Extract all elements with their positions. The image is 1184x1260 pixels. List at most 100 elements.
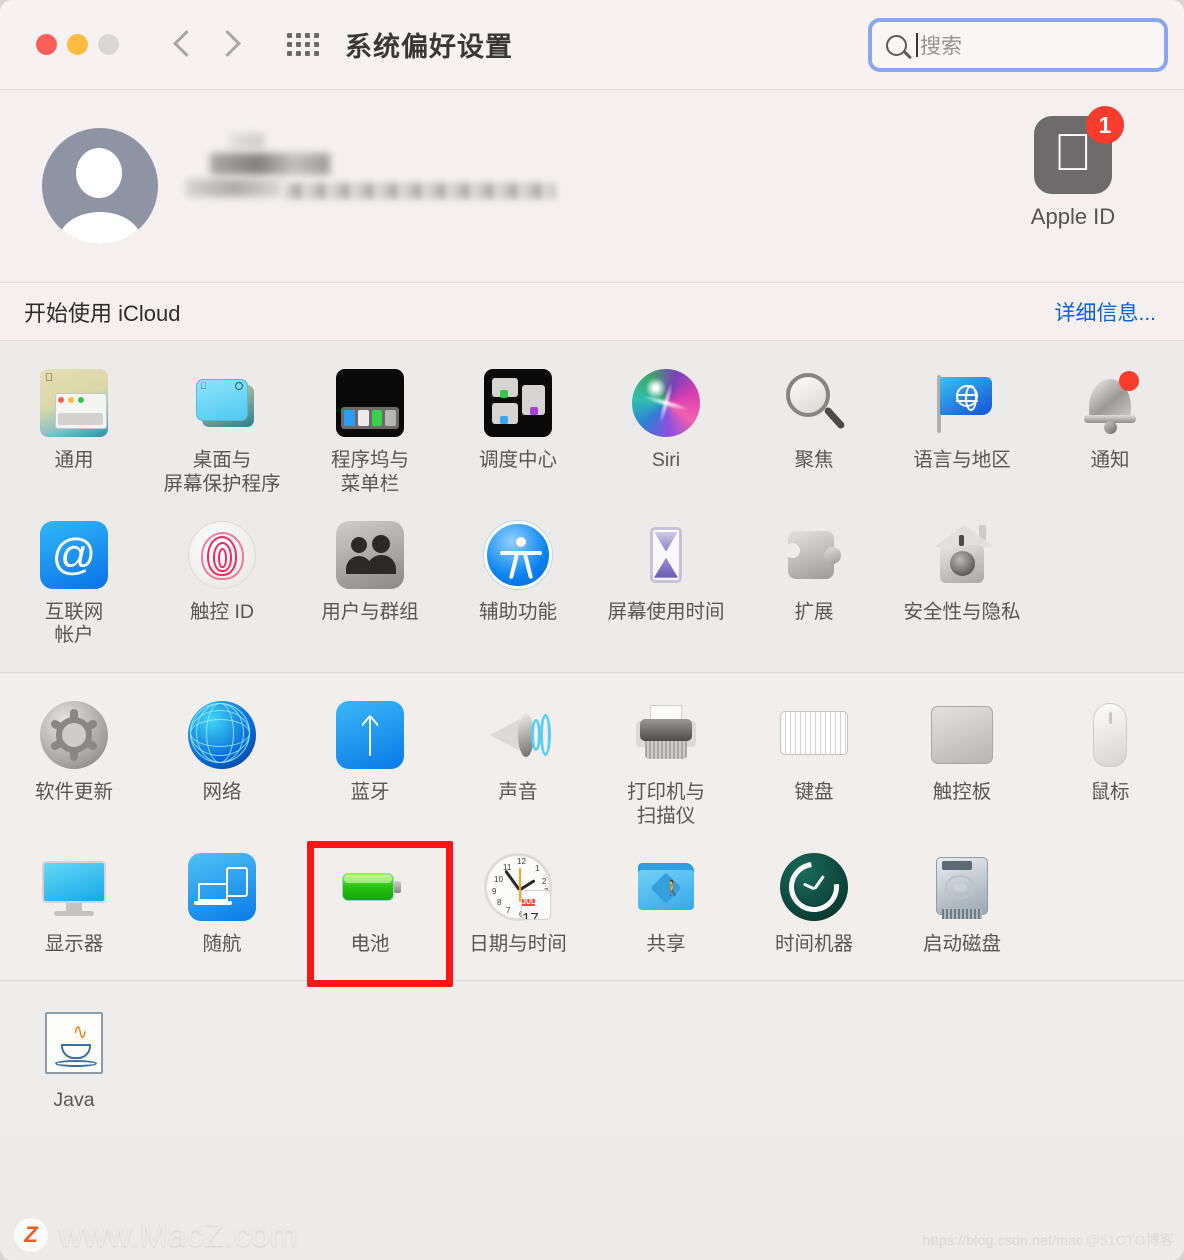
trackpad-icon xyxy=(928,701,996,769)
pref-item-sidecar[interactable]: 随航 xyxy=(148,845,296,967)
pref-label: 键盘 xyxy=(794,781,834,804)
watermark-url: https://blog.csdn.net/mac xyxy=(922,1232,1084,1248)
sidecar-icon xyxy=(188,852,256,921)
account-name-redacted xyxy=(178,131,558,241)
pref-item-java[interactable]: ∿ Java xyxy=(0,1001,148,1123)
network-icon xyxy=(188,701,256,770)
pref-item-startup-disk[interactable]: 启动磁盘 xyxy=(888,845,1036,967)
pref-label: 电池 xyxy=(350,932,390,955)
pref-item-users-groups[interactable]: 用户与群组 xyxy=(296,513,444,659)
pref-label: 语言与地区 xyxy=(913,449,1011,471)
zoom-button[interactable] xyxy=(98,34,119,55)
sharing-icon: 🚶 xyxy=(632,853,700,921)
pref-label: 打印机与 扫描仪 xyxy=(626,781,705,827)
preferences-section-hardware: 软件更新 网络 ᛏ 蓝牙 声音 打印机与 扫描仪 键盘 触控板 鼠标 显示器 随… xyxy=(0,672,1184,987)
macz-logo-icon: Z xyxy=(14,1218,48,1252)
pref-item-mouse[interactable]: 鼠标 xyxy=(1036,693,1184,839)
pref-item-security-privacy[interactable]: 安全性与隐私 xyxy=(888,513,1036,659)
dock-menubar-icon xyxy=(336,369,404,437)
siri-icon xyxy=(623,360,709,446)
pref-label: 通知 xyxy=(1090,449,1130,471)
icloud-promo-row: 开始使用 iCloud 详细信息... xyxy=(0,282,1184,340)
pref-item-keyboard[interactable]: 键盘 xyxy=(740,693,888,839)
preference-grid-other: ∿ Java xyxy=(0,1001,1184,1123)
show-all-grid-icon[interactable] xyxy=(287,33,319,56)
avatar[interactable] xyxy=(42,128,158,244)
pref-item-mission-control[interactable]: 调度中心 xyxy=(444,361,592,507)
search-field[interactable]: 搜索 xyxy=(868,18,1168,72)
battery-icon xyxy=(336,853,404,921)
software-update-icon xyxy=(40,701,108,770)
pref-item-screen-time[interactable]: 屏幕使用时间 xyxy=(592,513,740,659)
pref-item-desktop-screensaver[interactable]:  桌面与 屏幕保护程序 xyxy=(148,361,296,507)
pref-label: 日期与时间 xyxy=(469,932,567,955)
watermark-text: www.MacZ.com xyxy=(59,1216,298,1253)
pref-item-internet-accounts[interactable]: @ 互联网 帐户 xyxy=(0,513,148,659)
pref-label: 互联网 帐户 xyxy=(44,600,104,647)
system-preferences-window: 系统偏好设置 搜索  1 Apple ID 开始使用 iCloud xyxy=(0,0,1184,1260)
text-cursor xyxy=(916,33,918,57)
forward-chevron-icon[interactable] xyxy=(220,30,237,60)
minimize-button[interactable] xyxy=(67,34,88,55)
calendar-badge: JUL 17 xyxy=(521,889,551,920)
close-button[interactable] xyxy=(36,34,57,55)
preference-grid-personal:  通用  桌面与 屏幕保护程序 程序坞与 菜单栏 xyxy=(0,360,1184,659)
watermark-macz: Z www.MacZ.com xyxy=(14,1216,298,1254)
sound-icon xyxy=(484,701,552,769)
java-icon: ∿ xyxy=(40,1009,108,1077)
pref-item-sharing[interactable]: 🚶 共享 xyxy=(592,845,740,967)
mouse-icon xyxy=(1076,701,1144,769)
printers-scanners-icon xyxy=(632,701,700,769)
icloud-details-link[interactable]: 详细信息... xyxy=(1054,297,1156,327)
pref-item-time-machine[interactable]: 时间机器 xyxy=(740,845,888,967)
search-placeholder: 搜索 xyxy=(920,35,962,58)
pref-item-network[interactable]: 网络 xyxy=(148,693,296,839)
calendar-month: JUL xyxy=(522,898,536,906)
pref-item-trackpad[interactable]: 触控板 xyxy=(888,693,1036,839)
pref-label: 用户与群组 xyxy=(321,600,419,623)
displays-icon xyxy=(40,853,108,921)
pref-item-language-region[interactable]: 语言与地区 xyxy=(888,361,1036,507)
pref-item-spotlight[interactable]: 聚焦 xyxy=(740,361,888,507)
pref-label: 扩展 xyxy=(794,600,834,623)
notifications-icon xyxy=(1076,369,1144,437)
pref-item-general[interactable]:  通用 xyxy=(0,361,148,507)
pref-item-touch-id[interactable]: 触控 ID xyxy=(148,513,296,659)
watermark-csdn: https://blog.csdn.net/mac @51CTO博客 xyxy=(923,1230,1174,1250)
pref-item-extensions[interactable]: 扩展 xyxy=(740,513,888,659)
search-icon xyxy=(886,34,907,56)
pref-item-displays[interactable]: 显示器 xyxy=(0,845,148,967)
security-privacy-icon xyxy=(928,521,996,589)
pref-item-notifications[interactable]: 通知 xyxy=(1036,361,1184,507)
pref-label: 时间机器 xyxy=(774,932,853,955)
pref-item-battery[interactable]: 电池 xyxy=(296,840,453,987)
preference-grid-hardware: 软件更新 网络 ᛏ 蓝牙 声音 打印机与 扫描仪 键盘 触控板 鼠标 显示器 随… xyxy=(0,693,1184,987)
pref-label: 通用 xyxy=(54,449,94,471)
apple-id-badge: 1 xyxy=(1086,106,1124,144)
pref-item-siri[interactable]: Siri xyxy=(592,360,740,507)
keyboard-icon xyxy=(780,701,848,769)
pref-item-bluetooth[interactable]: ᛏ 蓝牙 xyxy=(296,693,444,839)
mission-control-icon xyxy=(484,369,552,437)
pref-item-software-update[interactable]: 软件更新 xyxy=(0,693,148,839)
apple-logo-icon:  1 xyxy=(1034,106,1124,194)
bluetooth-icon: ᛏ xyxy=(336,701,404,770)
pref-label: 程序坞与 菜单栏 xyxy=(330,449,409,495)
internet-accounts-icon: @ xyxy=(40,520,108,589)
icloud-promo-text: 开始使用 iCloud xyxy=(24,300,181,326)
pref-item-sound[interactable]: 声音 xyxy=(444,693,592,839)
pref-item-printers-scanners[interactable]: 打印机与 扫描仪 xyxy=(592,693,740,839)
calendar-day: 17 xyxy=(522,909,539,920)
pref-label: 声音 xyxy=(498,781,538,804)
pref-item-accessibility[interactable]: 辅助功能 xyxy=(444,513,592,659)
pref-item-date-time[interactable]: 12 1 2 3 4 5 6 7 8 9 10 11 JUL 17 xyxy=(444,845,592,967)
pref-item-dock-menubar[interactable]: 程序坞与 菜单栏 xyxy=(296,361,444,507)
pref-label: 蓝牙 xyxy=(350,781,390,804)
account-header[interactable]:  1 Apple ID xyxy=(0,90,1184,282)
preferences-section-other: ∿ Java xyxy=(0,980,1184,1138)
pref-label: 屏幕使用时间 xyxy=(607,600,725,623)
apple-id-item[interactable]:  1 Apple ID xyxy=(998,106,1148,230)
back-chevron-icon[interactable] xyxy=(175,30,192,60)
pref-label: Java xyxy=(53,1089,95,1112)
users-groups-icon xyxy=(336,520,404,589)
